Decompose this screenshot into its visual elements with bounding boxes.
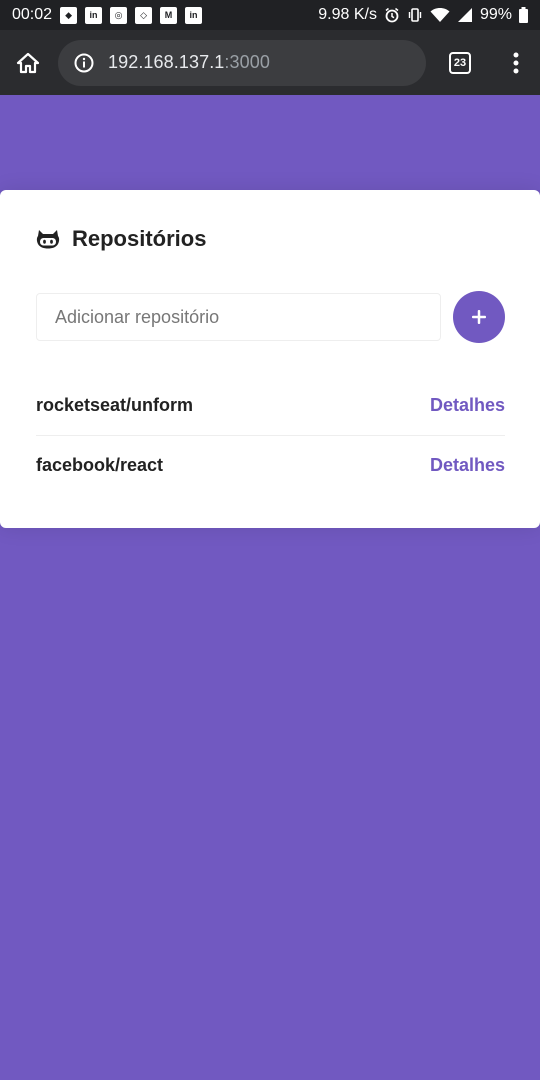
app-icon: ◇ (135, 6, 153, 24)
clock: 00:02 (12, 6, 53, 23)
browser-toolbar: 192.168.137.1:3000 23 (0, 30, 540, 95)
linkedin-icon: in (85, 6, 103, 24)
vibrate-icon (407, 7, 423, 23)
list-item: rocketseat/unform Detalhes (36, 376, 505, 435)
gmail-icon: M (160, 6, 178, 24)
plus-icon (472, 310, 486, 324)
repository-input[interactable] (36, 293, 441, 341)
add-repository-form (36, 291, 505, 343)
tab-count: 23 (449, 51, 471, 74)
url-port: :3000 (224, 52, 270, 72)
net-speed: 9.98 K/s (318, 6, 377, 23)
status-bar: 00:02 ◆ in ◎ ◇ M in 9.98 K/s 99% (0, 0, 540, 30)
add-repository-button[interactable] (453, 291, 505, 343)
linkedin-icon: in (185, 6, 203, 24)
url-text[interactable]: 192.168.137.1:3000 (108, 52, 270, 73)
github-icon (36, 229, 60, 249)
status-right: 9.98 K/s 99% (318, 6, 528, 24)
address-bar[interactable]: 192.168.137.1:3000 (58, 39, 426, 86)
home-button[interactable] (0, 30, 56, 95)
page-title: Repositórios (72, 226, 207, 251)
repositories-card: Repositórios rocketseat/unform Detalhes … (0, 190, 540, 528)
card-header: Repositórios (36, 226, 206, 252)
battery-icon (519, 7, 528, 23)
home-icon (16, 52, 40, 73)
instagram-icon: ◎ (110, 6, 128, 24)
repository-name: rocketseat/unform (36, 395, 194, 415)
alarm-icon (384, 7, 400, 23)
browser-menu-button[interactable] (492, 30, 540, 95)
signal-icon (457, 7, 473, 23)
battery-percent: 99% (479, 6, 512, 23)
status-left: 00:02 ◆ in ◎ ◇ M in (12, 6, 203, 24)
wifi-icon (430, 7, 450, 23)
repository-name: facebook/react (36, 454, 164, 475)
url-host: 192.168.137.1 (108, 52, 225, 72)
details-link[interactable]: Detalhes (430, 395, 505, 416)
discord-icon: ◆ (60, 6, 78, 24)
more-vert-icon (513, 52, 519, 73)
list-item: facebook/react Detalhes (36, 435, 505, 494)
details-link[interactable]: Detalhes (430, 455, 505, 476)
tab-switcher-button[interactable]: 23 (428, 30, 492, 95)
repository-list: rocketseat/unform Detalhes facebook/reac… (36, 376, 505, 494)
info-icon[interactable] (74, 53, 94, 73)
